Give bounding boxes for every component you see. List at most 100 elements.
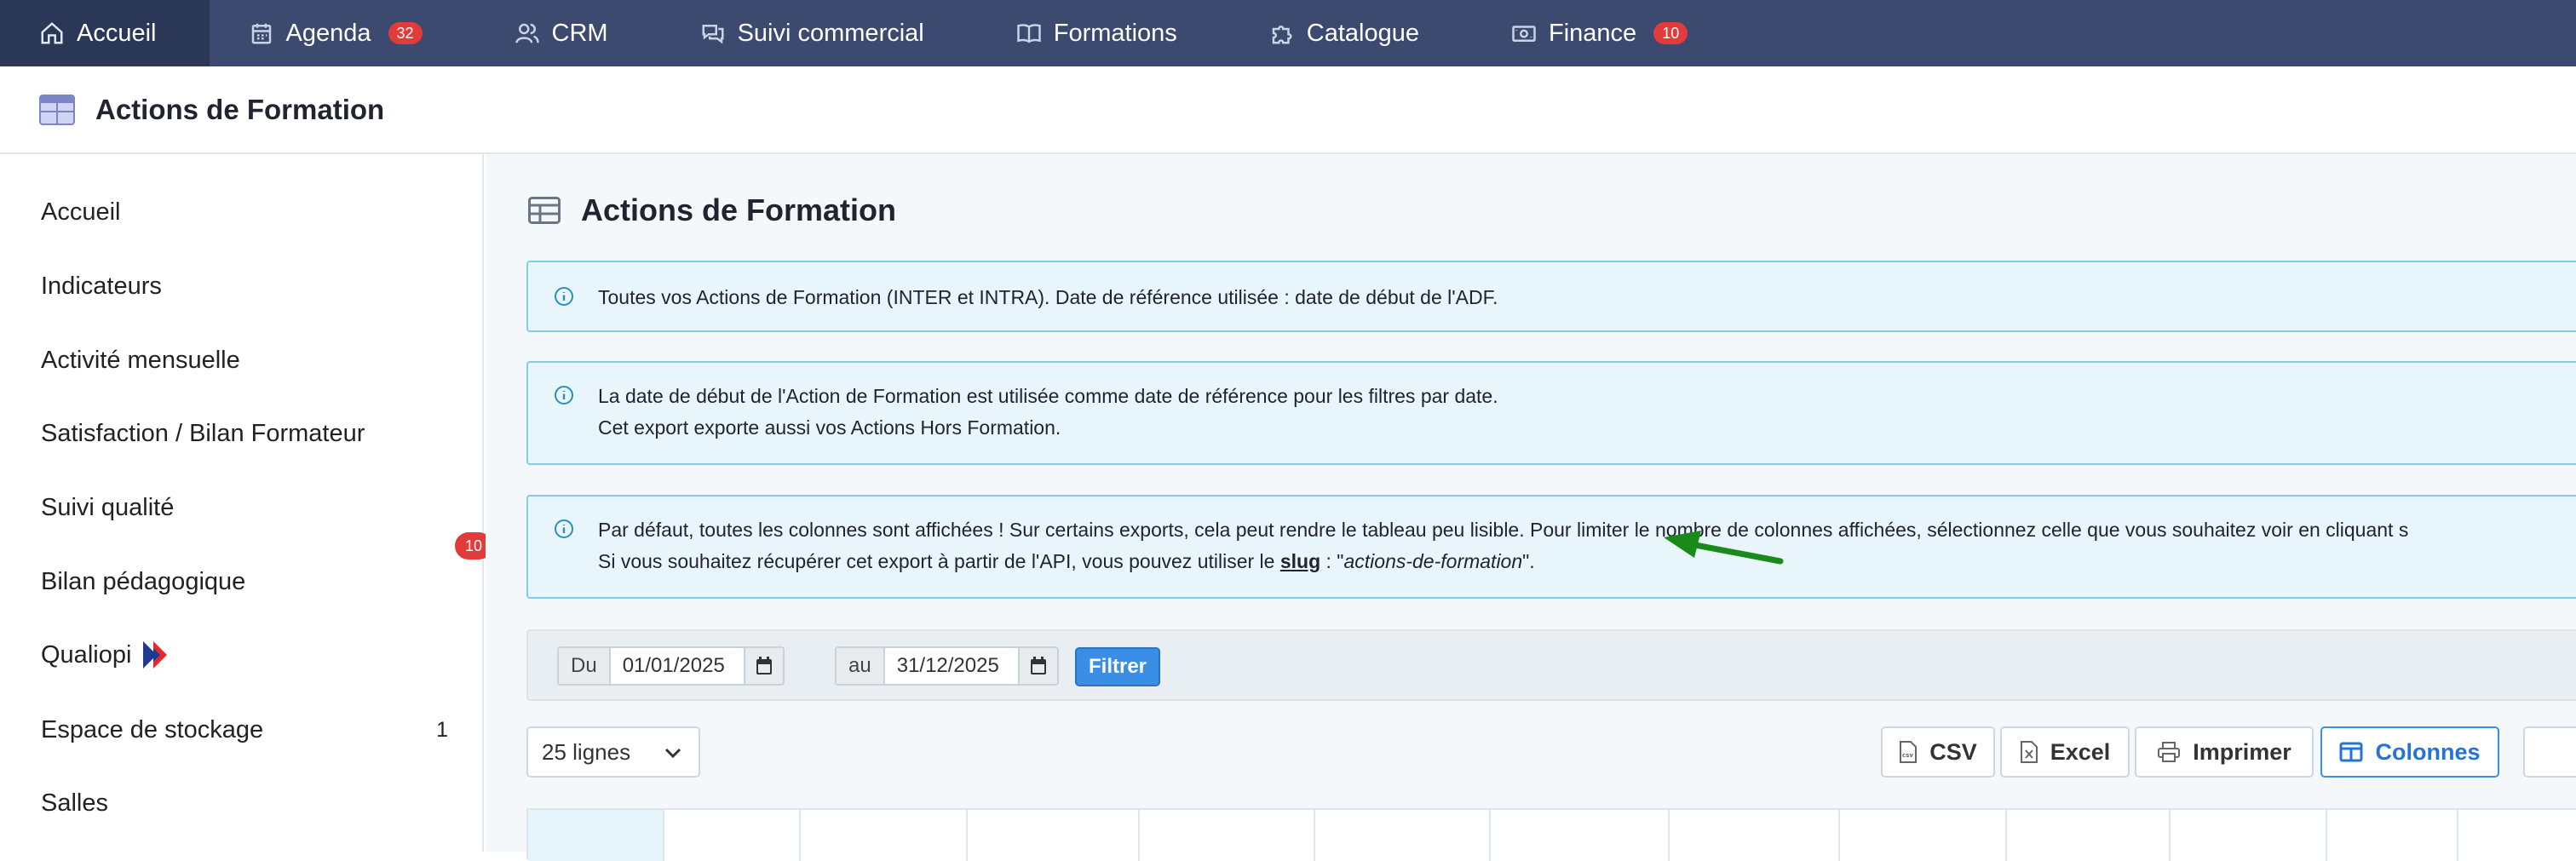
search-input[interactable] [2523,726,2576,778]
nav-item-label: CRM [551,19,608,47]
main-content: Actions de Formation Toutes vos Actions … [486,154,2576,861]
nav-item-label: Finance [1549,19,1637,47]
sidebar-item-label: Indicateurs [41,272,162,300]
sidebar-item-bilan-pedagogique[interactable]: Bilan pédagogique [41,556,448,607]
nav-item-finance[interactable]: Finance 10 [1472,0,1740,66]
annotation-arrow-icon [1664,531,1784,565]
sidebar-item-label: Suivi qualité [41,493,175,521]
sidebar-item-label: Accueil [41,198,121,226]
alert-text: Toutes vos Actions de Formation (INTER e… [598,286,1498,308]
chat-icon [702,25,724,44]
slug-value: actions-de-formation [1343,550,1523,572]
alert-text: La date de début de l'Action de Formatio… [598,385,1498,407]
nav-item-label: Agenda [285,19,371,47]
columns-button[interactable]: Colonnes [2320,726,2499,778]
table-header-cell[interactable] [801,810,968,861]
nav-item-accueil[interactable]: Accueil [0,0,210,66]
nav-item-label: Formations [1053,19,1177,47]
home-icon [41,22,63,44]
excel-export-button[interactable]: Excel [2000,726,2130,778]
info-alert: La date de début de l'Action de Formatio… [526,361,2576,465]
page-title: Actions de Formation [95,93,385,125]
sidebar-item-satisfaction[interactable]: Satisfaction / Bilan Formateur [41,408,448,459]
sidebar-item-accueil[interactable]: Accueil [41,187,448,238]
nav-item-label: Accueil [77,19,157,47]
table-header-cell[interactable] [1491,810,1670,861]
sidebar-item-qualiopi[interactable]: Qualiopi [41,629,448,680]
nav-item-agenda[interactable]: Agenda 32 [210,0,475,66]
date-to-group: au 31/12/2025 [835,646,1059,686]
info-icon [555,287,573,306]
calendar-icon [251,23,271,44]
money-icon [1512,26,1536,42]
date-from-input[interactable]: 01/01/2025 [611,648,744,684]
nav-item-catalogue[interactable]: Catalogue [1230,0,1472,66]
table-icon [39,94,75,125]
slug-label: slug [1279,550,1321,572]
table-icon [528,197,561,224]
table-header-cell[interactable] [2171,810,2327,861]
sidebar-item-label: Salles [41,789,108,817]
sidebar-item-label: Qualiopi [41,640,132,669]
sidebar-item-label: Espace de stockage [41,715,264,743]
filter-button[interactable]: Filtrer [1075,647,1160,686]
sidebar-item-salles[interactable]: Salles [41,778,448,829]
nav-item-formations[interactable]: Formations [977,0,1230,66]
sidebar-item-suivi-qualite[interactable]: Suivi qualité [41,482,448,533]
qualiopi-logo-icon [143,641,168,669]
table-header-cell[interactable] [2327,810,2458,861]
print-button[interactable]: Imprimer [2135,726,2314,778]
agenda-count-badge: 32 [388,22,423,44]
date-to-input[interactable]: 31/12/2025 [885,648,1018,684]
table-header-cell[interactable] [1140,810,1315,861]
alert-text: Par défaut, toutes les colonnes sont aff… [598,519,2409,541]
date-from-group: Du 01/01/2025 [557,646,785,686]
sidebar-item-activite-mensuelle[interactable]: Activité mensuelle [41,335,448,386]
nav-item-label: Catalogue [1306,19,1420,47]
calendar-icon [756,657,772,674]
info-alert: Par défaut, toutes les colonnes sont aff… [526,495,2576,599]
alert-text: Cet export exporte aussi vos Actions Hor… [598,416,1061,439]
date-from-label: Du [559,648,611,684]
table-header-cell[interactable] [528,810,664,861]
nav-item-crm[interactable]: CRM [475,0,661,66]
printer-icon [2158,742,2181,762]
sidebar-item-label: Satisfaction / Bilan Formateur [41,419,365,447]
date-to-label: au [837,648,885,684]
data-table-header [526,808,2576,861]
calendar-icon [1030,657,1046,674]
svg-text:csv: csv [1902,752,1913,759]
sidebar-item-label: Activité mensuelle [41,346,240,374]
storage-count: 1 [436,717,448,742]
table-header-cell[interactable] [664,810,801,861]
page-size-value: 25 lignes [542,738,631,765]
puzzle-icon [1272,25,1292,44]
nav-item-suivi-commercial[interactable]: Suivi commercial [661,0,977,66]
top-navigation: Accueil Agenda 32 CRM Suivi commercial F… [0,0,2576,66]
section-title: Actions de Formation [528,192,896,228]
sidebar-item-indicateurs[interactable]: Indicateurs [41,261,448,312]
table-header-cell[interactable] [1840,810,2007,861]
users-icon [515,23,539,43]
nav-item-label: Suivi commercial [737,19,924,47]
table-header-cell[interactable] [2007,810,2171,861]
columns-icon [2339,742,2363,762]
alert-text: : " [1320,550,1344,572]
calendar-picker-button[interactable] [1017,648,1057,684]
table-header-cell[interactable] [1670,810,1840,861]
sidebar-item-espace-de-stockage[interactable]: Espace de stockage 1 [41,704,448,755]
sidebar-item-label: Bilan pédagogique [41,567,246,595]
alert-api-line: Si vous souhaitez récupérer cet export à… [598,546,1535,577]
csv-export-button[interactable]: csv CSV [1881,726,1995,778]
chevron-down-icon [664,748,681,759]
table-header-cell[interactable] [1315,810,1491,861]
table-header-cell[interactable] [968,810,1140,861]
calendar-picker-button[interactable] [743,648,783,684]
page-size-select[interactable]: 25 lignes [526,726,700,778]
info-icon [555,386,573,405]
print-label: Imprimer [2193,738,2291,765]
columns-label: Colonnes [2375,738,2481,765]
sidebar: Accueil Indicateurs Activité mensuelle S… [0,154,484,852]
finance-count-badge: 10 [1653,22,1688,44]
table-header-cell[interactable] [2458,810,2576,861]
